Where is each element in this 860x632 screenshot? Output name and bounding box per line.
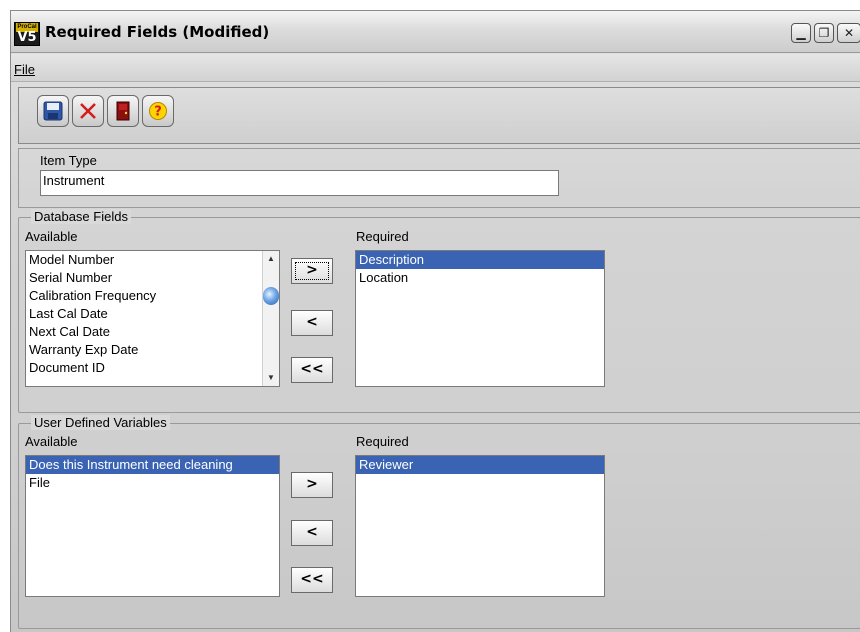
app-logo-icon: ProCal V5 bbox=[14, 22, 40, 46]
user-defined-variables-group: User Defined Variables Available Require… bbox=[18, 415, 860, 629]
udv-add-button[interactable]: > bbox=[291, 472, 333, 498]
udv-required-list[interactable]: Reviewer bbox=[355, 455, 605, 597]
udv-available-label: Available bbox=[25, 434, 78, 449]
db-remove-button[interactable]: < bbox=[291, 310, 333, 336]
help-icon: ? bbox=[149, 102, 167, 120]
db-required-list[interactable]: Description Location bbox=[355, 250, 605, 387]
window-title: Required Fields (Modified) bbox=[45, 23, 270, 41]
menu-file[interactable]: File bbox=[14, 62, 35, 77]
save-button[interactable] bbox=[37, 95, 69, 127]
toolbar: ? bbox=[18, 87, 860, 144]
db-add-button[interactable]: > bbox=[291, 258, 333, 284]
minimize-button[interactable]: ▁ bbox=[791, 23, 811, 43]
restore-icon: ❐ bbox=[818, 26, 830, 40]
database-fields-group: Database Fields Available Required Model… bbox=[18, 209, 860, 413]
svg-text:?: ? bbox=[154, 105, 162, 120]
restore-button[interactable]: ❐ bbox=[814, 23, 834, 43]
db-available-label: Available bbox=[25, 229, 78, 244]
scroll-down-icon[interactable]: ▼ bbox=[263, 370, 279, 386]
user-defined-title: User Defined Variables bbox=[31, 415, 170, 430]
list-item[interactable]: Location bbox=[356, 269, 604, 287]
exit-button[interactable] bbox=[107, 95, 139, 127]
list-item[interactable]: Reviewer bbox=[356, 456, 604, 474]
delete-button[interactable] bbox=[72, 95, 104, 127]
udv-remove-button[interactable]: < bbox=[291, 520, 333, 546]
list-item[interactable]: Model Number bbox=[26, 251, 279, 269]
close-button[interactable]: ✕ bbox=[837, 23, 860, 43]
app-logo-version-text: V5 bbox=[17, 30, 37, 45]
delete-icon bbox=[80, 103, 96, 119]
list-item[interactable]: Does this Instrument need cleaning bbox=[26, 456, 279, 474]
required-fields-window: ProCal V5 Required Fields (Modified) ▁ ❐… bbox=[10, 10, 860, 632]
close-icon: ✕ bbox=[843, 26, 855, 40]
udv-available-list[interactable]: Does this Instrument need cleaning File bbox=[25, 455, 280, 597]
list-item[interactable]: Next Cal Date bbox=[26, 323, 279, 341]
list-item[interactable]: Last Cal Date bbox=[26, 305, 279, 323]
database-fields-title: Database Fields bbox=[31, 209, 131, 224]
menu-bar: File bbox=[11, 54, 860, 82]
item-type-label: Item Type bbox=[40, 153, 97, 168]
scroll-up-icon[interactable]: ▲ bbox=[263, 251, 279, 267]
list-item[interactable]: Warranty Exp Date bbox=[26, 341, 279, 359]
db-available-list[interactable]: Model Number Serial Number Calibration F… bbox=[25, 250, 280, 387]
db-remove-all-button[interactable]: << bbox=[291, 357, 333, 383]
help-button[interactable]: ? bbox=[142, 95, 174, 127]
item-type-panel: Item Type Instrument bbox=[18, 148, 860, 208]
close-door-icon bbox=[116, 101, 130, 121]
list-item[interactable]: Document ID bbox=[26, 359, 279, 377]
db-required-label: Required bbox=[356, 229, 409, 244]
menu-file-label: File bbox=[14, 62, 35, 77]
minimize-icon: ▁ bbox=[796, 26, 806, 40]
title-bar[interactable]: ProCal V5 Required Fields (Modified) ▁ ❐… bbox=[11, 11, 860, 53]
save-icon bbox=[43, 101, 63, 121]
scroll-thumb[interactable] bbox=[263, 287, 279, 305]
list-item[interactable]: File bbox=[26, 474, 279, 492]
db-available-scrollbar[interactable]: ▲ ▼ bbox=[262, 251, 279, 386]
item-type-field[interactable]: Instrument bbox=[40, 170, 559, 196]
list-item[interactable]: Serial Number bbox=[26, 269, 279, 287]
list-item[interactable]: Calibration Frequency bbox=[26, 287, 279, 305]
udv-required-label: Required bbox=[356, 434, 409, 449]
udv-remove-all-button[interactable]: << bbox=[291, 567, 333, 593]
list-item[interactable]: Description bbox=[356, 251, 604, 269]
